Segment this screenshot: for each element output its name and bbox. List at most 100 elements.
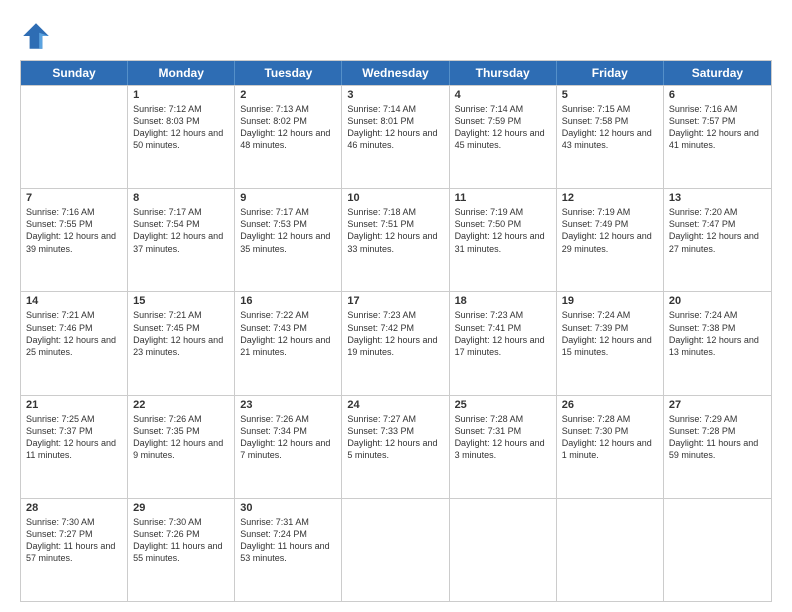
header-day-wednesday: Wednesday bbox=[342, 61, 449, 85]
cell-sun-info: Sunrise: 7:21 AM Sunset: 7:46 PM Dayligh… bbox=[26, 309, 122, 358]
cell-day-number: 19 bbox=[562, 295, 658, 307]
calendar-cell-22: 22 Sunrise: 7:26 AM Sunset: 7:35 PM Dayli… bbox=[128, 396, 235, 498]
cell-day-number: 28 bbox=[26, 502, 122, 514]
calendar-cell-5: 5 Sunrise: 7:15 AM Sunset: 7:58 PM Daylig… bbox=[557, 86, 664, 188]
calendar-week-2: 7Sunrise: 7:16 AM Sunset: 7:55 PM Daylig… bbox=[21, 188, 771, 291]
calendar-cell-19: 19 Sunrise: 7:24 AM Sunset: 7:39 PM Dayli… bbox=[557, 292, 664, 394]
cell-sun-info: Sunrise: 7:14 AM Sunset: 8:01 PM Dayligh… bbox=[347, 103, 443, 152]
cell-day-number: 25 bbox=[455, 399, 551, 411]
cell-day-number: 10 bbox=[347, 192, 443, 204]
calendar-cell-8: 8 Sunrise: 7:17 AM Sunset: 7:54 PM Daylig… bbox=[128, 189, 235, 291]
calendar-cell-empty-5 bbox=[557, 499, 664, 601]
cell-sun-info: Sunrise: 7:26 AM Sunset: 7:35 PM Dayligh… bbox=[133, 413, 229, 462]
calendar-cell-7: 7Sunrise: 7:16 AM Sunset: 7:55 PM Daylig… bbox=[21, 189, 128, 291]
cell-sun-info: Sunrise: 7:15 AM Sunset: 7:58 PM Dayligh… bbox=[562, 103, 658, 152]
calendar-cell-28: 28 Sunrise: 7:30 AM Sunset: 7:27 PM Dayli… bbox=[21, 499, 128, 601]
cell-day-number: 1 bbox=[133, 89, 229, 101]
calendar-cell-12: 12 Sunrise: 7:19 AM Sunset: 7:49 PM Dayli… bbox=[557, 189, 664, 291]
calendar-cell-13: 13 Sunrise: 7:20 AM Sunset: 7:47 PM Dayli… bbox=[664, 189, 771, 291]
cell-day-number: 18 bbox=[455, 295, 551, 307]
calendar-cell-16: 16Sunrise: 7:22 AM Sunset: 7:43 PM Dayli… bbox=[235, 292, 342, 394]
cell-day-number: 17 bbox=[347, 295, 443, 307]
logo-icon bbox=[20, 20, 52, 52]
calendar-cell-20: 20 Sunrise: 7:24 AM Sunset: 7:38 PM Dayli… bbox=[664, 292, 771, 394]
cell-sun-info: Sunrise: 7:27 AM Sunset: 7:33 PM Dayligh… bbox=[347, 413, 443, 462]
cell-day-number: 15 bbox=[133, 295, 229, 307]
calendar-cell-26: 26 Sunrise: 7:28 AM Sunset: 7:30 PM Dayli… bbox=[557, 396, 664, 498]
calendar-cell-empty-6 bbox=[664, 499, 771, 601]
cell-day-number: 8 bbox=[133, 192, 229, 204]
calendar-cell-9: 9Sunrise: 7:17 AM Sunset: 7:53 PM Daylig… bbox=[235, 189, 342, 291]
cell-day-number: 23 bbox=[240, 399, 336, 411]
cell-sun-info: Sunrise: 7:19 AM Sunset: 7:50 PM Dayligh… bbox=[455, 206, 551, 255]
calendar-cell-3: 3Sunrise: 7:14 AM Sunset: 8:01 PM Daylig… bbox=[342, 86, 449, 188]
calendar-cell-23: 23 Sunrise: 7:26 AM Sunset: 7:34 PM Dayli… bbox=[235, 396, 342, 498]
cell-day-number: 29 bbox=[133, 502, 229, 514]
calendar-cell-30: 30 Sunrise: 7:31 AM Sunset: 7:24 PM Dayli… bbox=[235, 499, 342, 601]
calendar: SundayMondayTuesdayWednesdayThursdayFrid… bbox=[20, 60, 772, 602]
calendar-cell-10: 10 Sunrise: 7:18 AM Sunset: 7:51 PM Dayli… bbox=[342, 189, 449, 291]
cell-day-number: 20 bbox=[669, 295, 766, 307]
calendar-week-4: 21 Sunrise: 7:25 AM Sunset: 7:37 PM Dayli… bbox=[21, 395, 771, 498]
header-day-monday: Monday bbox=[128, 61, 235, 85]
cell-day-number: 22 bbox=[133, 399, 229, 411]
header-day-saturday: Saturday bbox=[664, 61, 771, 85]
calendar-week-5: 28 Sunrise: 7:30 AM Sunset: 7:27 PM Dayli… bbox=[21, 498, 771, 601]
cell-sun-info: Sunrise: 7:19 AM Sunset: 7:49 PM Dayligh… bbox=[562, 206, 658, 255]
cell-sun-info: Sunrise: 7:17 AM Sunset: 7:53 PM Dayligh… bbox=[240, 206, 336, 255]
cell-sun-info: Sunrise: 7:13 AM Sunset: 8:02 PM Dayligh… bbox=[240, 103, 336, 152]
calendar-cell-empty-4 bbox=[450, 499, 557, 601]
cell-sun-info: Sunrise: 7:29 AM Sunset: 7:28 PM Dayligh… bbox=[669, 413, 766, 462]
calendar-cell-17: 17 Sunrise: 7:23 AM Sunset: 7:42 PM Dayli… bbox=[342, 292, 449, 394]
cell-sun-info: Sunrise: 7:23 AM Sunset: 7:42 PM Dayligh… bbox=[347, 309, 443, 358]
logo bbox=[20, 20, 56, 52]
cell-sun-info: Sunrise: 7:26 AM Sunset: 7:34 PM Dayligh… bbox=[240, 413, 336, 462]
header-day-friday: Friday bbox=[557, 61, 664, 85]
cell-day-number: 5 bbox=[562, 89, 658, 101]
calendar-cell-1: 1 Sunrise: 7:12 AM Sunset: 8:03 PM Daylig… bbox=[128, 86, 235, 188]
cell-sun-info: Sunrise: 7:25 AM Sunset: 7:37 PM Dayligh… bbox=[26, 413, 122, 462]
cell-day-number: 4 bbox=[455, 89, 551, 101]
header-row bbox=[20, 16, 772, 52]
cell-day-number: 26 bbox=[562, 399, 658, 411]
cell-day-number: 14 bbox=[26, 295, 122, 307]
cell-sun-info: Sunrise: 7:18 AM Sunset: 7:51 PM Dayligh… bbox=[347, 206, 443, 255]
cell-sun-info: Sunrise: 7:16 AM Sunset: 7:57 PM Dayligh… bbox=[669, 103, 766, 152]
calendar-cell-empty-3 bbox=[342, 499, 449, 601]
cell-day-number: 2 bbox=[240, 89, 336, 101]
calendar-cell-21: 21 Sunrise: 7:25 AM Sunset: 7:37 PM Dayli… bbox=[21, 396, 128, 498]
cell-sun-info: Sunrise: 7:12 AM Sunset: 8:03 PM Dayligh… bbox=[133, 103, 229, 152]
calendar-cell-2: 2 Sunrise: 7:13 AM Sunset: 8:02 PM Daylig… bbox=[235, 86, 342, 188]
cell-sun-info: Sunrise: 7:30 AM Sunset: 7:26 PM Dayligh… bbox=[133, 516, 229, 565]
header-day-thursday: Thursday bbox=[450, 61, 557, 85]
header-day-sunday: Sunday bbox=[21, 61, 128, 85]
cell-sun-info: Sunrise: 7:24 AM Sunset: 7:39 PM Dayligh… bbox=[562, 309, 658, 358]
cell-day-number: 12 bbox=[562, 192, 658, 204]
cell-sun-info: Sunrise: 7:31 AM Sunset: 7:24 PM Dayligh… bbox=[240, 516, 336, 565]
cell-sun-info: Sunrise: 7:28 AM Sunset: 7:30 PM Dayligh… bbox=[562, 413, 658, 462]
cell-sun-info: Sunrise: 7:21 AM Sunset: 7:45 PM Dayligh… bbox=[133, 309, 229, 358]
calendar-cell-15: 15 Sunrise: 7:21 AM Sunset: 7:45 PM Dayli… bbox=[128, 292, 235, 394]
cell-sun-info: Sunrise: 7:30 AM Sunset: 7:27 PM Dayligh… bbox=[26, 516, 122, 565]
calendar-cell-27: 27 Sunrise: 7:29 AM Sunset: 7:28 PM Dayli… bbox=[664, 396, 771, 498]
cell-sun-info: Sunrise: 7:23 AM Sunset: 7:41 PM Dayligh… bbox=[455, 309, 551, 358]
cell-sun-info: Sunrise: 7:28 AM Sunset: 7:31 PM Dayligh… bbox=[455, 413, 551, 462]
header-day-tuesday: Tuesday bbox=[235, 61, 342, 85]
cell-sun-info: Sunrise: 7:20 AM Sunset: 7:47 PM Dayligh… bbox=[669, 206, 766, 255]
cell-day-number: 24 bbox=[347, 399, 443, 411]
cell-sun-info: Sunrise: 7:24 AM Sunset: 7:38 PM Dayligh… bbox=[669, 309, 766, 358]
cell-day-number: 13 bbox=[669, 192, 766, 204]
calendar-cell-25: 25 Sunrise: 7:28 AM Sunset: 7:31 PM Dayli… bbox=[450, 396, 557, 498]
cell-day-number: 7 bbox=[26, 192, 122, 204]
calendar-cell-11: 11 Sunrise: 7:19 AM Sunset: 7:50 PM Dayli… bbox=[450, 189, 557, 291]
cell-day-number: 30 bbox=[240, 502, 336, 514]
cell-sun-info: Sunrise: 7:17 AM Sunset: 7:54 PM Dayligh… bbox=[133, 206, 229, 255]
cell-day-number: 27 bbox=[669, 399, 766, 411]
cell-day-number: 11 bbox=[455, 192, 551, 204]
cell-day-number: 6 bbox=[669, 89, 766, 101]
calendar-cell-4: 4Sunrise: 7:14 AM Sunset: 7:59 PM Daylig… bbox=[450, 86, 557, 188]
cell-day-number: 21 bbox=[26, 399, 122, 411]
calendar-header: SundayMondayTuesdayWednesdayThursdayFrid… bbox=[21, 61, 771, 85]
cell-day-number: 16 bbox=[240, 295, 336, 307]
calendar-cell-14: 14 Sunrise: 7:21 AM Sunset: 7:46 PM Dayli… bbox=[21, 292, 128, 394]
